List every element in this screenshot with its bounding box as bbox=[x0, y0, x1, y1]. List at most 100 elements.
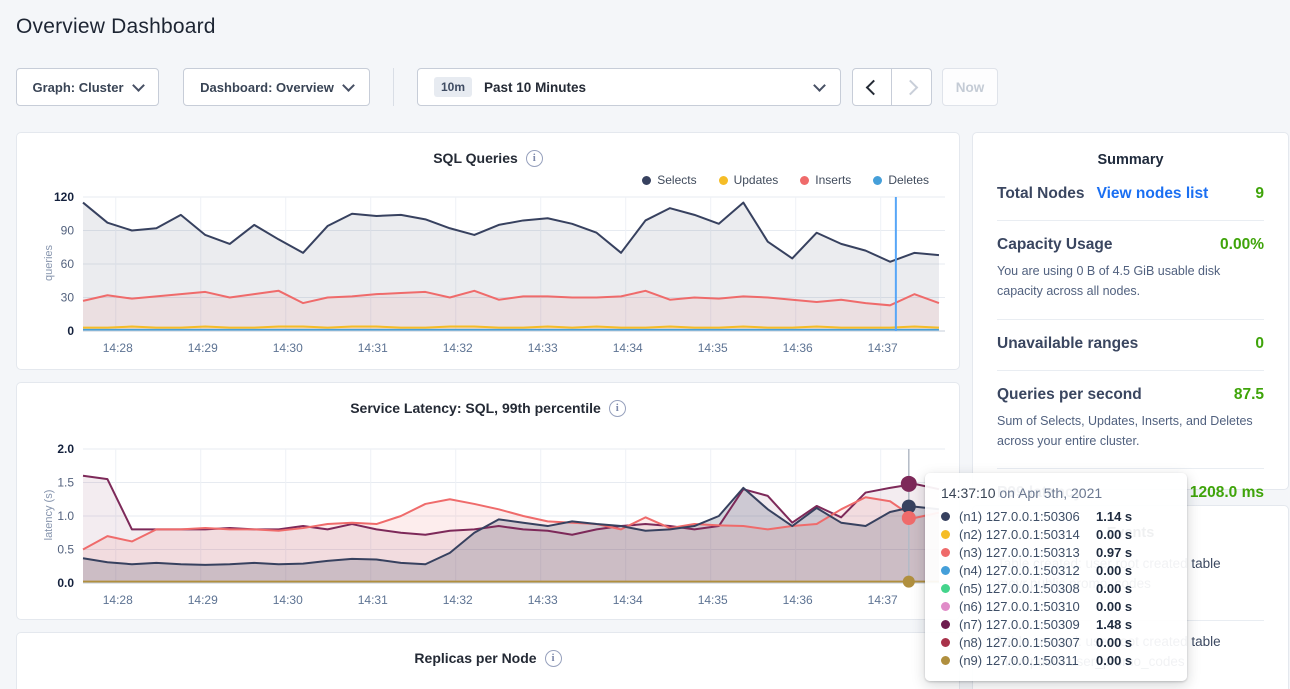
dashboard-dropdown-label: Dashboard: Overview bbox=[200, 80, 334, 95]
svg-text:14:33: 14:33 bbox=[528, 341, 558, 355]
legend-item[interactable]: Updates bbox=[719, 173, 779, 187]
chart-title: SQL Queries bbox=[433, 150, 518, 166]
summary-panel: Summary Total Nodes View nodes list 9 Ca… bbox=[972, 132, 1289, 490]
svg-text:14:37: 14:37 bbox=[868, 341, 898, 355]
tooltip-series-row: (n9) 127.0.0.1:503110.00 s bbox=[941, 651, 1173, 669]
svg-text:14:33: 14:33 bbox=[528, 593, 558, 607]
svg-text:1.0: 1.0 bbox=[57, 509, 74, 523]
latency-value: 0.00 s bbox=[1096, 581, 1132, 596]
now-button[interactable]: Now bbox=[942, 68, 998, 106]
sql-queries-chart-card: SQL Queries i Selects Updates Inserts Delet… bbox=[16, 132, 960, 370]
view-nodes-list-link[interactable]: View nodes list bbox=[1097, 185, 1209, 203]
node-address: (n4) 127.0.0.1:50312 bbox=[959, 563, 1096, 578]
graph-dropdown-label: Graph: Cluster bbox=[32, 80, 123, 95]
latency-value: 0.00 s bbox=[1096, 653, 1132, 668]
toolbar: Graph: Cluster Dashboard: Overview 10m P… bbox=[16, 68, 1290, 106]
svg-text:14:32: 14:32 bbox=[443, 593, 473, 607]
summary-row-capacity-usage: Capacity Usage 0.00% You are using 0 B o… bbox=[997, 221, 1264, 320]
latency-value: 1.48 s bbox=[1096, 617, 1132, 632]
legend-dot bbox=[719, 176, 728, 185]
latency-value: 0.97 s bbox=[1096, 545, 1132, 560]
svg-text:14:35: 14:35 bbox=[698, 593, 728, 607]
time-range-label: Past 10 Minutes bbox=[484, 80, 586, 95]
chart-title: Replicas per Node bbox=[414, 650, 536, 666]
series-color-dot bbox=[941, 512, 950, 521]
svg-text:14:34: 14:34 bbox=[613, 593, 643, 607]
legend-label: Inserts bbox=[815, 173, 851, 187]
chevron-right-icon bbox=[902, 79, 918, 95]
latency-value: 0.00 s bbox=[1096, 599, 1132, 614]
summary-description: Sum of Selects, Updates, Inserts, and De… bbox=[997, 411, 1264, 452]
time-range-dropdown[interactable]: 10m Past 10 Minutes bbox=[417, 68, 841, 106]
time-range-badge: 10m bbox=[434, 77, 472, 97]
svg-text:1.5: 1.5 bbox=[57, 476, 74, 490]
node-address: (n7) 127.0.0.1:50309 bbox=[959, 617, 1096, 632]
latency-value: 0.00 s bbox=[1096, 527, 1132, 542]
service-latency-chart[interactable]: latency (s) 0.00.51.01.52.014:2814:2914:… bbox=[19, 443, 959, 616]
dashboard-dropdown[interactable]: Dashboard: Overview bbox=[183, 68, 370, 106]
svg-text:14:30: 14:30 bbox=[273, 341, 303, 355]
svg-text:14:37: 14:37 bbox=[868, 593, 898, 607]
svg-text:60: 60 bbox=[61, 257, 75, 271]
summary-row-total-nodes: Total Nodes View nodes list 9 bbox=[997, 170, 1264, 221]
legend-dot bbox=[873, 176, 882, 185]
legend-label: Selects bbox=[657, 173, 696, 187]
summary-value: 1208.0 ms bbox=[1190, 484, 1264, 502]
summary-value: 0.00% bbox=[1220, 236, 1264, 254]
node-address: (n2) 127.0.0.1:50314 bbox=[959, 527, 1096, 542]
svg-text:14:29: 14:29 bbox=[188, 593, 218, 607]
svg-text:14:29: 14:29 bbox=[188, 341, 218, 355]
time-pager bbox=[852, 68, 932, 106]
legend-label: Deletes bbox=[888, 173, 929, 187]
summary-title: Summary bbox=[997, 133, 1264, 170]
svg-text:14:31: 14:31 bbox=[358, 593, 388, 607]
y-axis-label: queries bbox=[43, 245, 55, 281]
graph-dropdown[interactable]: Graph: Cluster bbox=[16, 68, 159, 106]
tooltip-series-row: (n2) 127.0.0.1:503140.00 s bbox=[941, 525, 1173, 543]
chart-header: SQL Queries i bbox=[17, 147, 959, 169]
series-color-dot bbox=[941, 656, 950, 665]
chart-header: Replicas per Node i bbox=[17, 647, 959, 669]
svg-text:14:35: 14:35 bbox=[698, 341, 728, 355]
series-color-dot bbox=[941, 530, 950, 539]
summary-row-queries-per-second: Queries per second 87.5 Sum of Selects, … bbox=[997, 371, 1264, 470]
summary-value: 9 bbox=[1255, 185, 1264, 203]
node-address: (n5) 127.0.0.1:50308 bbox=[959, 581, 1096, 596]
summary-label: Unavailable ranges bbox=[997, 335, 1138, 353]
node-address: (n6) 127.0.0.1:50310 bbox=[959, 599, 1096, 614]
legend-dot bbox=[642, 176, 651, 185]
svg-text:14:28: 14:28 bbox=[103, 341, 133, 355]
tooltip-series-row: (n6) 127.0.0.1:503100.00 s bbox=[941, 597, 1173, 615]
series-color-dot bbox=[941, 548, 950, 557]
svg-text:120: 120 bbox=[54, 191, 74, 204]
svg-text:0.0: 0.0 bbox=[57, 576, 74, 590]
time-prev-button[interactable] bbox=[852, 68, 892, 106]
sql-queries-chart[interactable]: queries 030609012014:2814:2914:3014:3114… bbox=[19, 191, 959, 364]
tooltip-series-row: (n7) 127.0.0.1:503091.48 s bbox=[941, 615, 1173, 633]
latency-value: 0.00 s bbox=[1096, 635, 1132, 650]
tooltip-series-row: (n5) 127.0.0.1:503080.00 s bbox=[941, 579, 1173, 597]
svg-text:0: 0 bbox=[67, 324, 74, 338]
time-next-button[interactable] bbox=[892, 68, 932, 106]
chart-legend: Selects Updates Inserts Deletes bbox=[17, 171, 929, 189]
chevron-down-icon bbox=[132, 79, 145, 92]
legend-item[interactable]: Deletes bbox=[873, 173, 929, 187]
info-icon[interactable]: i bbox=[609, 400, 626, 417]
legend-item[interactable]: Selects bbox=[642, 173, 696, 187]
legend-item[interactable]: Inserts bbox=[800, 173, 851, 187]
svg-text:2.0: 2.0 bbox=[57, 443, 74, 456]
summary-label: Total Nodes bbox=[997, 185, 1085, 203]
svg-text:30: 30 bbox=[61, 291, 75, 305]
y-axis-label: latency (s) bbox=[43, 490, 55, 541]
svg-text:14:30: 14:30 bbox=[273, 593, 303, 607]
tooltip-series-row: (n4) 127.0.0.1:503120.00 s bbox=[941, 561, 1173, 579]
page-title: Overview Dashboard bbox=[0, 0, 1290, 39]
tooltip-series-row: (n8) 127.0.0.1:503070.00 s bbox=[941, 633, 1173, 651]
series-color-dot bbox=[941, 584, 950, 593]
service-latency-chart-card: Service Latency: SQL, 99th percentile i … bbox=[16, 382, 960, 620]
info-icon[interactable]: i bbox=[545, 650, 562, 667]
summary-value: 87.5 bbox=[1234, 386, 1264, 404]
info-icon[interactable]: i bbox=[526, 150, 543, 167]
node-address: (n1) 127.0.0.1:50306 bbox=[959, 509, 1096, 524]
node-address: (n3) 127.0.0.1:50313 bbox=[959, 545, 1096, 560]
